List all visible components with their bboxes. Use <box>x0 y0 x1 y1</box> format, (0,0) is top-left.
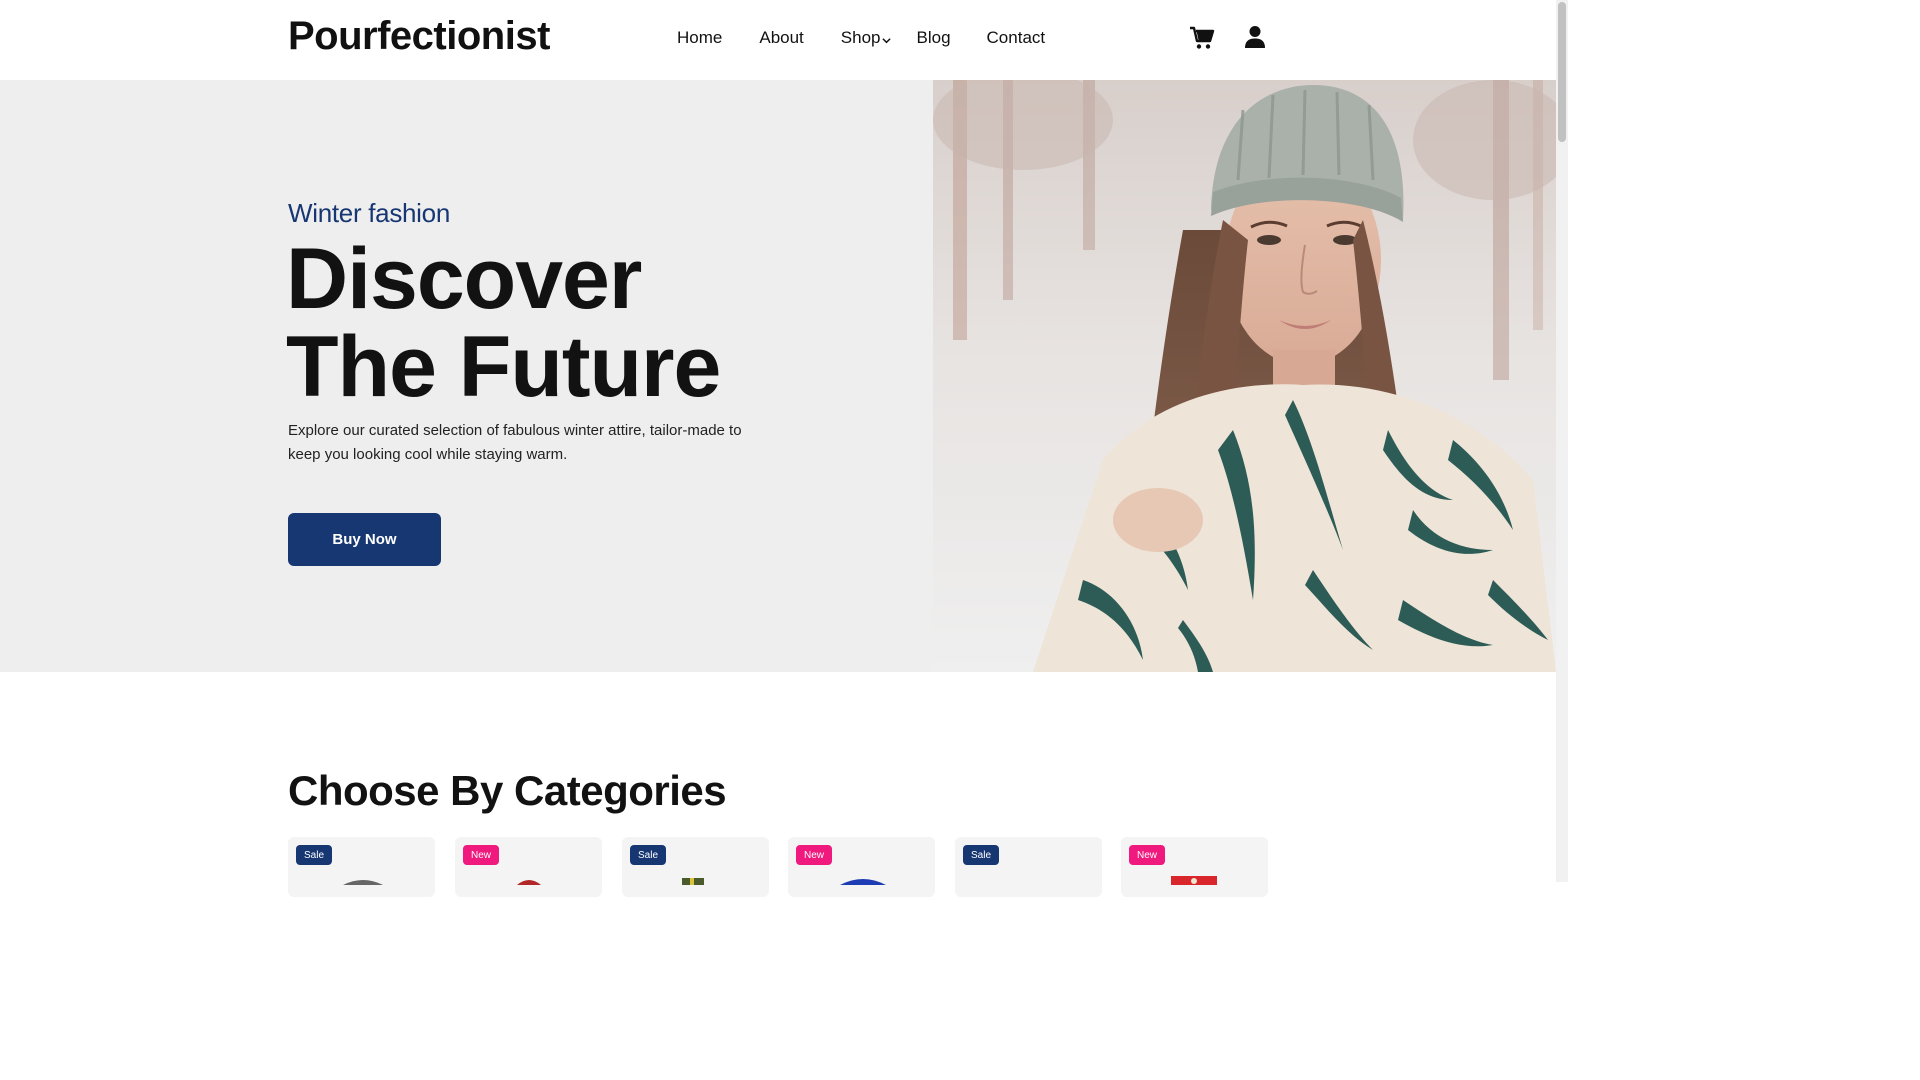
nav-shop-link[interactable]: Shop <box>841 28 881 48</box>
chevron-down-icon <box>881 37 891 43</box>
hero-title-line-1: Discover <box>286 231 642 327</box>
user-icon[interactable] <box>1244 25 1266 49</box>
categories-title: Choose By Categories <box>288 767 727 814</box>
sale-badge: Sale <box>630 845 667 865</box>
site-logo[interactable]: Pourfectionist <box>288 14 550 59</box>
site-header: Pourfectionist Home About Shop Blog Cont… <box>0 0 1556 80</box>
nav-shop-dropdown[interactable]: Shop <box>841 28 891 48</box>
new-badge: New <box>1129 845 1166 865</box>
hero-model-illustration <box>933 80 1556 672</box>
category-card[interactable]: New <box>788 837 935 897</box>
hero-section: Winter fashion Discover The Future Explo… <box>0 80 1556 672</box>
category-thumbnail <box>1171 876 1217 885</box>
sale-badge: Sale <box>963 845 1000 865</box>
category-thumbnail <box>517 880 541 885</box>
category-card[interactable]: Sale <box>622 837 769 897</box>
nav-blog-link[interactable]: Blog <box>917 28 951 48</box>
hero-image <box>933 80 1556 672</box>
hero-eyebrow: Winter fashion <box>288 198 450 228</box>
nav-contact-link[interactable]: Contact <box>987 28 1046 48</box>
buy-now-button[interactable]: Buy Now <box>288 513 441 566</box>
scrollbar-thumb[interactable] <box>1558 2 1566 142</box>
nav-about-link[interactable]: About <box>759 28 803 48</box>
category-thumbnail <box>343 880 383 885</box>
category-card[interactable]: Sale <box>288 837 435 897</box>
main-nav: Home About Shop Blog Contact <box>677 28 1045 48</box>
new-badge: New <box>463 845 500 865</box>
hero-title-line-2: The Future <box>286 319 721 415</box>
category-card[interactable]: New <box>455 837 602 897</box>
new-badge: New <box>796 845 833 865</box>
sale-badge: Sale <box>296 845 333 865</box>
hero-title: Discover The Future <box>286 235 721 411</box>
category-thumbnail <box>682 878 704 885</box>
nav-home-link[interactable]: Home <box>677 28 722 48</box>
category-card[interactable]: New <box>1121 837 1268 897</box>
category-thumbnail <box>840 879 886 885</box>
category-card[interactable]: Sale <box>955 837 1102 897</box>
cart-icon[interactable] <box>1189 26 1215 50</box>
hero-description: Explore our curated selection of fabulou… <box>288 422 742 463</box>
